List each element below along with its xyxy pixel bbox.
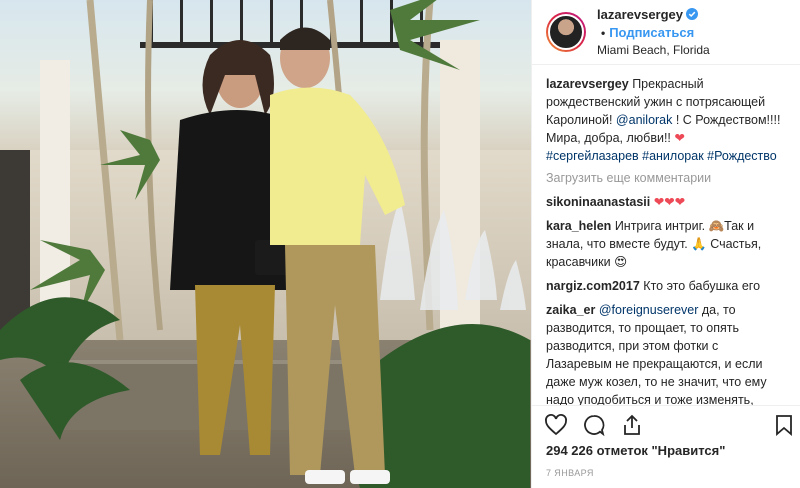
caption-hashtags[interactable]: #сергейлазарев #анилорак #Рождество — [546, 147, 786, 165]
share-icon[interactable] — [620, 413, 644, 437]
separator-dot: • — [601, 25, 606, 40]
caption: lazarevsergey Прекрасный рождественский … — [546, 75, 786, 165]
heart-icon[interactable] — [544, 413, 568, 437]
comment-username[interactable]: nargiz.com2017 — [546, 279, 640, 293]
comment-text: ❤❤❤ — [653, 195, 686, 209]
comment-item: kara_helen Интрига интриг. 🙈Так и знала,… — [546, 217, 786, 271]
avatar[interactable] — [546, 12, 586, 52]
heart-emoji: ❤ — [674, 131, 685, 145]
bookmark-icon[interactable] — [772, 413, 796, 437]
follow-button[interactable]: Подписаться — [609, 25, 694, 40]
post-header: lazarevsergey • Подписаться Miami Beach, F… — [532, 0, 800, 65]
post-sidebar: lazarevsergey • Подписаться Miami Beach, F… — [531, 0, 800, 488]
comment-item: sikoninaanastasii ❤❤❤ — [546, 193, 786, 211]
header-username[interactable]: lazarevsergey — [597, 7, 683, 22]
action-bar — [532, 405, 800, 443]
comment-text: да, то разводится, то прощает, то опять … — [546, 303, 767, 405]
verified-badge-icon — [686, 7, 699, 20]
likes-count[interactable]: 294 226 отметок "Нравится" — [546, 443, 725, 458]
post-photo[interactable] — [0, 0, 531, 488]
photo-scene — [0, 0, 531, 488]
comment-item: nargiz.com2017 Кто это бабушка его — [546, 277, 786, 295]
post-date: 7 января — [546, 468, 594, 478]
caption-username[interactable]: lazarevsergey — [546, 77, 629, 91]
mention-link[interactable]: @anilorak — [616, 113, 672, 127]
load-more-comments-button[interactable]: Загрузить еще комментарии — [546, 171, 786, 185]
photo-illustration — [0, 0, 530, 488]
comment-username[interactable]: zaika_er — [546, 303, 595, 317]
comment-text: Кто это бабушка его — [643, 279, 761, 293]
instagram-post: lazarevsergey • Подписаться Miami Beach, F… — [0, 0, 800, 488]
comment-item: zaika_er @foreignuserever да, то разводи… — [546, 301, 786, 405]
comment-username[interactable]: sikoninaanastasii — [546, 195, 650, 209]
comments-list: lazarevsergey Прекрасный рождественский … — [532, 65, 800, 405]
comment-username[interactable]: kara_helen — [546, 219, 611, 233]
mention-link[interactable]: @foreignuserever — [599, 303, 699, 317]
location-link[interactable]: Miami Beach, Florida — [597, 42, 788, 59]
comment-icon[interactable] — [582, 413, 606, 437]
